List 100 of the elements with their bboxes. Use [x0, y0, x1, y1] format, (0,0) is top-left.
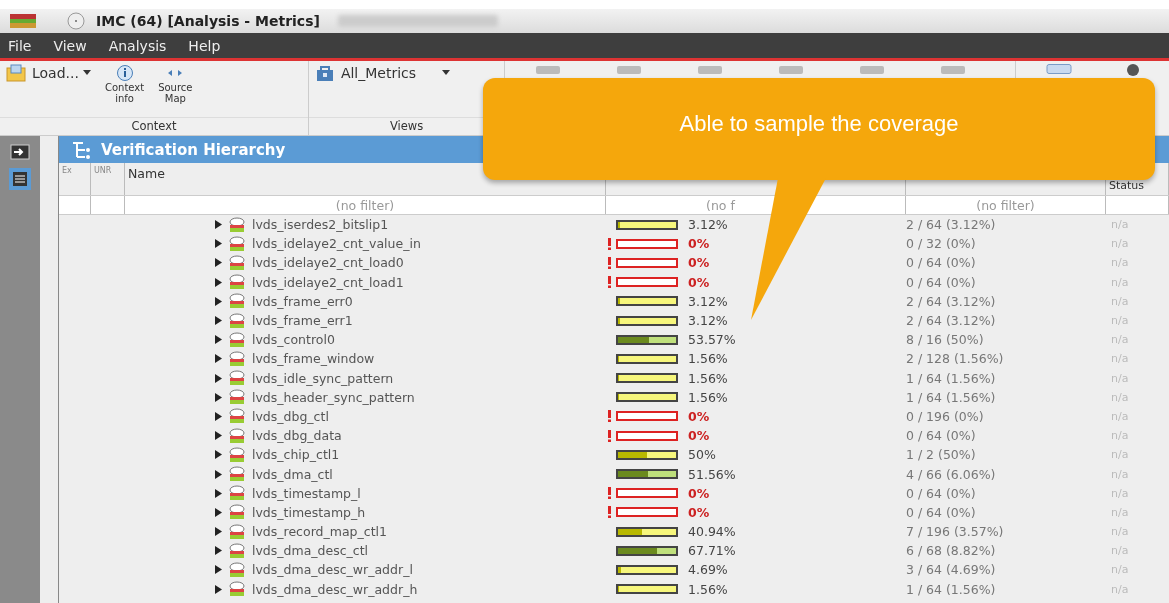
menu-item[interactable]: View	[53, 37, 87, 54]
module-name[interactable]: lvds_dbg_data	[252, 428, 342, 444]
module-icon	[228, 408, 246, 425]
warning-icon	[608, 410, 611, 423]
module-name[interactable]: lvds_idelaye2_cnt_load0	[252, 255, 404, 271]
expand-icon[interactable]	[215, 584, 222, 594]
module-name[interactable]: lvds_dma_desc_wr_addr_h	[252, 581, 418, 597]
covered-count: 7 / 196 (3.57%)	[906, 524, 1004, 540]
module-name[interactable]: lvds_frame_err1	[252, 313, 353, 329]
coverage-percent: 0%	[688, 408, 710, 424]
caret-icon	[442, 70, 451, 76]
expand-icon[interactable]	[215, 450, 222, 460]
coverage-percent: 1.56%	[688, 351, 728, 367]
module-icon	[228, 504, 246, 521]
coverage-percent: 50%	[688, 447, 716, 463]
sidebar-toggle-icon[interactable]	[10, 144, 30, 160]
source-map-button[interactable]: Source Map	[158, 64, 193, 104]
expand-icon[interactable]	[215, 507, 222, 517]
expand-icon[interactable]	[215, 527, 222, 537]
coverage-bar	[616, 353, 678, 364]
warning-icon	[608, 256, 611, 269]
coverage-percent: 3.12%	[688, 313, 728, 329]
module-name[interactable]: lvds_frame_err0	[252, 293, 353, 309]
module-name[interactable]: lvds_dma_desc_ctl	[252, 543, 369, 559]
expand-icon[interactable]	[215, 258, 222, 268]
module-icon	[228, 561, 246, 578]
coverage-percent: 0%	[688, 255, 710, 271]
module-icon	[228, 523, 246, 540]
expand-icon[interactable]	[215, 565, 222, 575]
expand-icon[interactable]	[215, 239, 222, 249]
covered-count: 0 / 64 (0%)	[906, 485, 976, 501]
expand-icon[interactable]	[215, 373, 222, 383]
expand-icon[interactable]	[215, 488, 222, 498]
context-info-button[interactable]: Context info	[104, 64, 145, 104]
coverage-bar	[616, 315, 678, 326]
briefcase-icon	[314, 64, 335, 82]
covered-count: 4 / 66 (6.06%)	[906, 466, 996, 482]
module-icon	[228, 274, 246, 291]
covered-count: 2 / 128 (1.56%)	[906, 351, 1004, 367]
module-icon	[228, 466, 246, 483]
panel-title: Verification Hierarchy	[101, 140, 286, 159]
coverage-percent: 67.71%	[688, 543, 736, 559]
coverage-bar	[616, 469, 678, 480]
column-header[interactable]: Name	[128, 166, 165, 181]
covered-count: 0 / 64 (0%)	[906, 504, 976, 520]
coverage-percent: 4.69%	[688, 562, 728, 578]
coverage-percent: 0%	[688, 274, 710, 290]
toolbar-icon[interactable]	[1127, 64, 1139, 76]
expand-icon[interactable]	[215, 354, 222, 364]
coverage-bar	[616, 219, 678, 230]
expand-icon[interactable]	[215, 296, 222, 306]
covered-count: 2 / 64 (3.12%)	[906, 313, 996, 329]
module-icon	[228, 331, 246, 348]
load-button[interactable]: Load...	[6, 64, 91, 82]
module-icon	[228, 293, 246, 310]
module-name[interactable]: lvds_dma_ctl	[252, 466, 333, 482]
module-name[interactable]: lvds_dma_desc_wr_addr_l	[252, 562, 413, 578]
menu-item[interactable]: Analysis	[108, 37, 167, 54]
module-name[interactable]: lvds_frame_window	[252, 351, 375, 367]
coverage-percent: 1.56%	[688, 370, 728, 386]
menu-item[interactable]: File	[8, 37, 32, 54]
covered-count: 0 / 32 (0%)	[906, 236, 976, 252]
covered-count: 0 / 196 (0%)	[906, 408, 984, 424]
info-icon	[115, 64, 134, 82]
expand-icon[interactable]	[215, 316, 222, 326]
module-name[interactable]: lvds_header_sync_pattern	[252, 389, 415, 405]
coverage-bar	[616, 373, 678, 384]
module-icon	[228, 216, 246, 233]
module-name[interactable]: lvds_chip_ctl1	[252, 447, 340, 463]
module-name[interactable]: lvds_idle_sync_pattern	[252, 370, 394, 386]
warning-icon	[608, 487, 611, 500]
covered-count: 2 / 64 (3.12%)	[906, 293, 996, 309]
module-name[interactable]: lvds_dbg_ctl	[252, 408, 329, 424]
expand-icon[interactable]	[215, 335, 222, 345]
module-name[interactable]: lvds_timestamp_l	[252, 485, 361, 501]
module-name[interactable]: lvds_iserdes2_bitslip1	[252, 217, 389, 233]
expand-icon[interactable]	[215, 392, 222, 402]
coverage-bar	[616, 526, 678, 537]
module-name[interactable]: lvds_idelaye2_cnt_load1	[252, 274, 404, 290]
module-name[interactable]: lvds_record_map_ctl1	[252, 524, 387, 540]
module-icon	[228, 427, 246, 444]
expand-icon[interactable]	[215, 469, 222, 479]
expand-icon[interactable]	[215, 546, 222, 556]
menu-item[interactable]: Help	[188, 37, 221, 54]
covered-count: 1 / 64 (1.56%)	[906, 581, 996, 597]
coverage-percent: 3.12%	[688, 217, 728, 233]
expand-icon[interactable]	[215, 411, 222, 421]
module-icon	[228, 370, 246, 387]
list-view-icon[interactable]	[9, 168, 31, 190]
expand-icon[interactable]	[215, 220, 222, 230]
view-dropdown[interactable]: All_Metrics	[314, 64, 451, 82]
coverage-bar	[616, 584, 678, 595]
column-header[interactable]: Status	[1109, 179, 1145, 192]
module-name[interactable]: lvds_idelaye2_cnt_value_in	[252, 236, 421, 252]
module-name[interactable]: lvds_timestamp_h	[252, 504, 366, 520]
covered-count: 1 / 2 (50%)	[906, 447, 976, 463]
expand-icon[interactable]	[215, 277, 222, 287]
expand-icon[interactable]	[215, 431, 222, 441]
module-icon	[228, 254, 246, 271]
module-name[interactable]: lvds_control0	[252, 332, 335, 348]
